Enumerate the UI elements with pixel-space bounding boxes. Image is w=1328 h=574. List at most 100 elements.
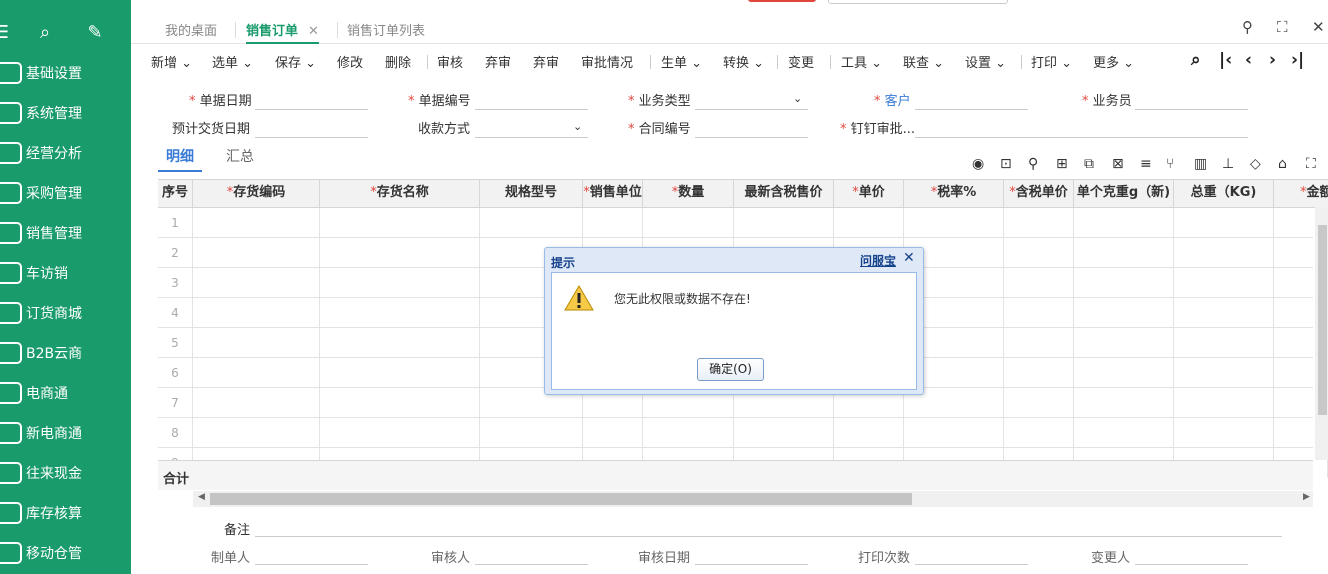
edit-icon[interactable]: ✎ bbox=[84, 22, 106, 44]
col-header-total-weight[interactable]: 总重（KG) bbox=[1174, 180, 1274, 208]
table-cell[interactable] bbox=[1074, 388, 1174, 418]
select-button[interactable]: 选单 ⌄ bbox=[212, 52, 253, 71]
table-cell[interactable] bbox=[1174, 298, 1274, 328]
doc-date-field[interactable] bbox=[255, 90, 368, 110]
settings-button[interactable]: 设置 ⌄ bbox=[965, 52, 1006, 71]
customer-field[interactable] bbox=[915, 90, 1028, 110]
table-cell[interactable] bbox=[583, 208, 643, 238]
col-header-unit-weight[interactable]: 单个克重g（新) bbox=[1074, 180, 1174, 208]
format-icon[interactable]: ≡ bbox=[1140, 156, 1152, 172]
query-button[interactable]: 联查 ⌄ bbox=[903, 52, 944, 71]
modify-button[interactable]: 修改 bbox=[337, 52, 363, 71]
table-cell[interactable] bbox=[193, 328, 320, 358]
tab-desktop[interactable]: 我的桌面 bbox=[165, 20, 217, 44]
sidebar-item-ecommerce[interactable]: 电商通 bbox=[0, 373, 131, 413]
sidebar-item-inventory[interactable]: 库存核算 bbox=[0, 493, 131, 533]
change-button[interactable]: 变更 bbox=[788, 52, 814, 71]
table-cell[interactable] bbox=[1004, 358, 1074, 388]
delivery-date-field[interactable] bbox=[255, 118, 368, 138]
table-cell[interactable] bbox=[320, 418, 480, 448]
table-cell[interactable] bbox=[193, 298, 320, 328]
vertical-scroll-thumb[interactable] bbox=[1318, 225, 1327, 415]
preview-icon[interactable]: ⌕ bbox=[1191, 50, 1201, 70]
table-cell[interactable] bbox=[1004, 208, 1074, 238]
table-cell[interactable] bbox=[1074, 268, 1174, 298]
table-cell[interactable] bbox=[193, 208, 320, 238]
table-cell[interactable] bbox=[320, 328, 480, 358]
table-cell[interactable] bbox=[320, 388, 480, 418]
table-cell[interactable] bbox=[1004, 388, 1074, 418]
last-record-icon[interactable]: ›| bbox=[1291, 50, 1304, 70]
search-icon[interactable]: ⌕ bbox=[34, 22, 56, 44]
table-cell[interactable] bbox=[480, 418, 583, 448]
sidebar-item-new-ecommerce[interactable]: 新电商通 bbox=[0, 413, 131, 453]
prev-record-icon[interactable]: ‹ bbox=[1245, 50, 1252, 70]
table-row[interactable]: 8 bbox=[158, 418, 1328, 448]
table-cell[interactable] bbox=[1074, 358, 1174, 388]
copy-row-icon[interactable]: ⧉ bbox=[1084, 156, 1094, 172]
close-icon[interactable]: ✕ bbox=[903, 250, 915, 266]
sidebar-item-vehicle-sales[interactable]: 车访销 bbox=[0, 253, 131, 293]
col-header-item-code[interactable]: *存货编码 bbox=[193, 180, 320, 208]
ok-button[interactable]: 确定(O) bbox=[697, 358, 764, 381]
split-icon[interactable]: ⑂ bbox=[1166, 156, 1174, 172]
unapprove-button[interactable]: 弃审 bbox=[485, 52, 511, 71]
sidebar-item-b2b-cloud[interactable]: B2B云商 bbox=[0, 333, 131, 373]
add-row-icon[interactable]: ⊞ bbox=[1056, 156, 1068, 172]
table-cell[interactable] bbox=[1074, 418, 1174, 448]
contract-number-field[interactable] bbox=[695, 118, 808, 138]
table-cell[interactable] bbox=[1174, 388, 1274, 418]
top-search-input[interactable] bbox=[828, 0, 1008, 4]
doc-number-field[interactable] bbox=[475, 90, 588, 110]
add-button[interactable]: 新增 ⌄ bbox=[151, 52, 192, 71]
delete-button[interactable]: 删除 bbox=[385, 52, 411, 71]
convert-button[interactable]: 转换 ⌄ bbox=[723, 52, 764, 71]
table-cell[interactable] bbox=[1074, 238, 1174, 268]
salesperson-field[interactable] bbox=[1135, 90, 1248, 110]
tab-sales-order[interactable]: 销售订单 ✕ bbox=[246, 20, 319, 44]
table-cell[interactable] bbox=[1074, 208, 1174, 238]
print-button[interactable]: 打印 ⌄ bbox=[1031, 52, 1072, 71]
generate-button[interactable]: 生单 ⌄ bbox=[661, 52, 702, 71]
sidebar-item-system-management[interactable]: 系统管理 bbox=[0, 93, 131, 133]
bulb-icon[interactable]: ◉ bbox=[972, 156, 984, 172]
col-header-item-name[interactable]: *存货名称 bbox=[320, 180, 480, 208]
scan-icon[interactable]: ⊡ bbox=[1000, 156, 1012, 172]
table-cell[interactable] bbox=[1004, 268, 1074, 298]
table-cell[interactable] bbox=[320, 238, 480, 268]
col-header-tax-price[interactable]: *含税单价 bbox=[1004, 180, 1074, 208]
table-cell[interactable] bbox=[193, 268, 320, 298]
table-cell[interactable] bbox=[1174, 268, 1274, 298]
table-cell[interactable] bbox=[734, 418, 834, 448]
sidebar-item-mobile-warehouse[interactable]: 移动仓管 bbox=[0, 533, 131, 573]
col-header-amount[interactable]: *金额 bbox=[1274, 180, 1328, 208]
business-type-select[interactable] bbox=[695, 90, 808, 110]
table-cell[interactable] bbox=[1074, 298, 1174, 328]
table-cell[interactable] bbox=[1174, 238, 1274, 268]
tab-sales-order-list[interactable]: 销售订单列表 bbox=[347, 20, 425, 44]
approve-button[interactable]: 审核 bbox=[437, 52, 463, 71]
remark-field[interactable] bbox=[255, 517, 1282, 537]
first-record-icon[interactable]: |‹ bbox=[1219, 50, 1232, 70]
location-icon[interactable]: ⚲ bbox=[1028, 156, 1038, 172]
col-header-unit[interactable]: *销售单位 bbox=[583, 180, 643, 208]
save-button[interactable]: 保存 ⌄ bbox=[275, 52, 316, 71]
table-cell[interactable] bbox=[193, 418, 320, 448]
search-icon[interactable]: ⚲ bbox=[1242, 18, 1253, 36]
table-cell[interactable] bbox=[834, 418, 904, 448]
table-cell[interactable] bbox=[734, 208, 834, 238]
table-cell[interactable] bbox=[1004, 328, 1074, 358]
table-cell[interactable] bbox=[1004, 298, 1074, 328]
fullscreen-icon[interactable]: ⛶ bbox=[1277, 18, 1288, 36]
tab-summary[interactable]: 汇总 bbox=[226, 146, 254, 166]
table-cell[interactable] bbox=[193, 358, 320, 388]
more-button[interactable]: 更多 ⌄ bbox=[1093, 52, 1134, 71]
table-cell[interactable] bbox=[1074, 328, 1174, 358]
col-header-seq[interactable]: 序号 bbox=[158, 180, 193, 208]
scroll-left-icon[interactable]: ◀ bbox=[198, 492, 205, 502]
dingtalk-approval-field[interactable] bbox=[915, 118, 1248, 138]
col-header-unit-price[interactable]: *单价 bbox=[834, 180, 904, 208]
table-row[interactable]: 1 bbox=[158, 208, 1328, 238]
close-icon[interactable]: ✕ bbox=[308, 24, 319, 39]
col-header-qty[interactable]: *数量 bbox=[643, 180, 734, 208]
